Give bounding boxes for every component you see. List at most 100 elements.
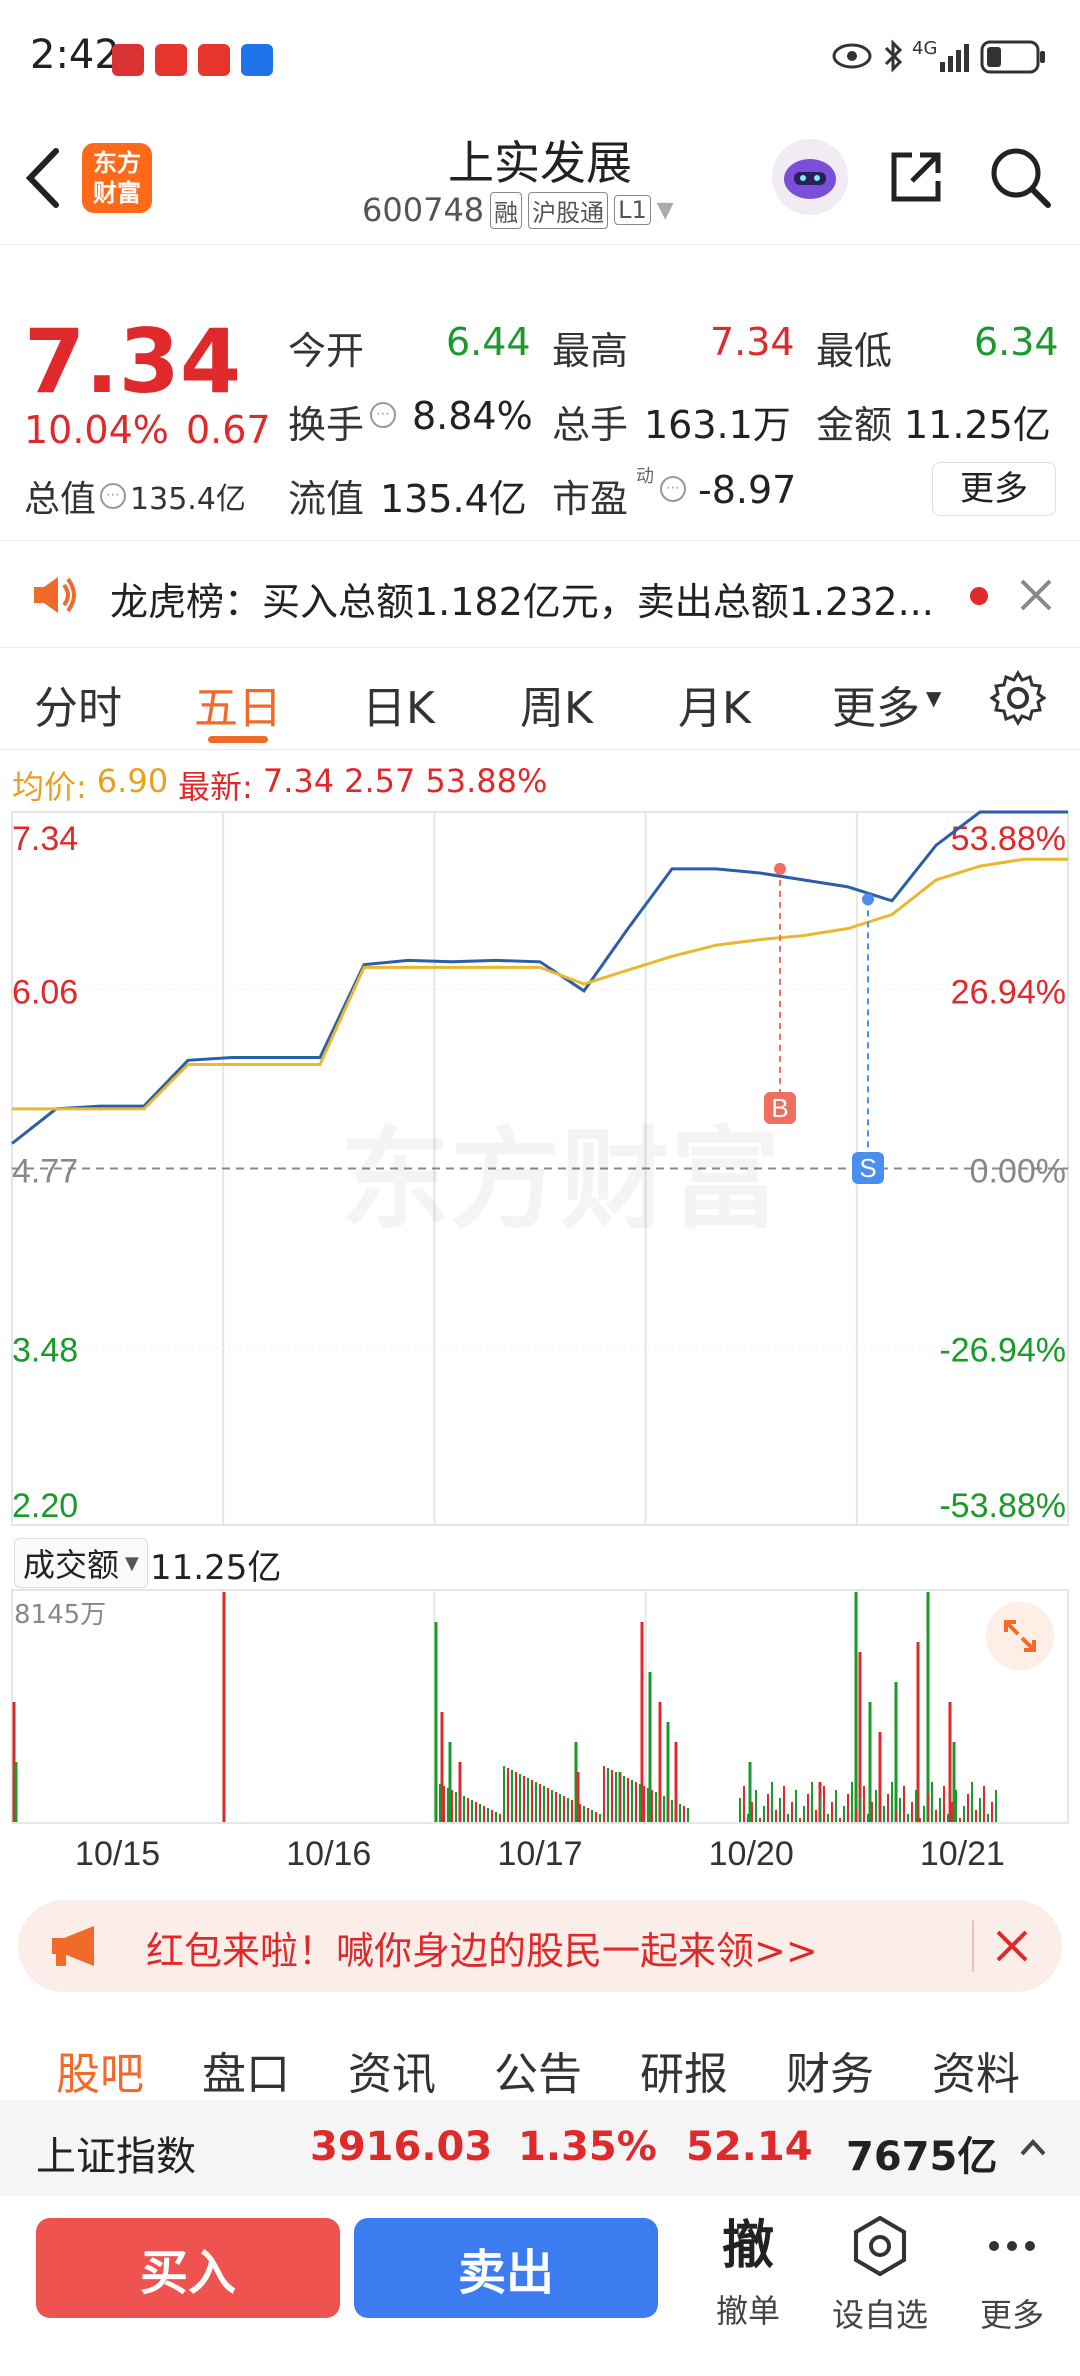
open-value: 6.44 [446,320,531,364]
subtab-orderbook[interactable]: 盘口 [202,2038,290,2102]
current-price: 7.34 [24,310,242,413]
low-label: 最低 [816,329,893,373]
subtab-announcements[interactable]: 公告 [494,2038,582,2102]
margin-tag: 融 [490,191,523,229]
x-tick-label: 10/17 [497,1835,582,1873]
info-icon[interactable]: ⋯ [100,483,127,509]
gear-icon[interactable] [990,670,1046,726]
more-actions-button[interactable]: 更多 [952,2214,1072,2336]
status-time: 2:42 [30,32,120,78]
y-tick-pct-label: -53.88% [939,1487,1066,1525]
battery-icon [980,40,1045,74]
amount-value: 11.25亿 [904,403,1051,447]
buy-button[interactable]: 买入 [36,2218,340,2318]
index-ticker-bar[interactable]: 上证指数 3916.03 1.35% 52.14 7675亿 [0,2100,1080,2196]
search-icon[interactable] [988,145,1052,209]
x-tick-label: 10/16 [286,1835,371,1873]
dragon-tiger-notice[interactable]: 龙虎榜：买入总额1.182亿元，卖出总额1.232... [0,540,1080,648]
connect-tag: 沪股通 [528,191,609,229]
pe-label: 市盈 [552,477,629,521]
message-notification-icon [241,44,273,76]
index-amount: 7675亿 [846,2134,998,2180]
chevron-down-icon: ▼ [125,1552,139,1574]
close-icon[interactable] [1018,577,1054,613]
network-label: 4G [912,38,938,59]
subtab-finance[interactable]: 财务 [786,2038,874,2102]
tab-five-day[interactable]: 五日 [194,672,282,736]
tab-monthly-k[interactable]: 月K [678,672,751,736]
watch-label: 设自选 [831,2296,928,2334]
subtab-research[interactable]: 研报 [640,2038,728,2102]
cancel-order-button[interactable]: 撤 撤单 [688,2214,808,2332]
x-tick-label: 10/15 [75,1835,160,1873]
subtab-news[interactable]: 资讯 [348,2038,436,2102]
more-dots-icon [989,2241,1035,2251]
change-amount: 0.67 [186,408,271,452]
robot-icon [784,159,836,199]
volume-type-dropdown[interactable]: 成交额 ▼ [14,1538,148,1588]
more-quote-button[interactable]: 更多 [932,462,1056,516]
banner-text: 红包来啦！喊你身边的股民一起来领>> [146,1929,818,1973]
fullscreen-button[interactable] [986,1602,1054,1670]
pe-dynamic-tag: 动 [636,466,654,487]
cancel-icon: 撤 [721,2216,774,2276]
sell-button[interactable]: 卖出 [354,2218,658,2318]
pe-info-icon[interactable]: ⋯ [660,476,686,502]
level-tag: L1 [614,195,651,225]
unread-dot [970,587,988,605]
tab-daily-k[interactable]: 日K [362,672,435,736]
signal-icon [940,44,969,72]
chart-period-tabs: 分时 五日 日K 周K 月K 更多 ▼ [0,648,1080,750]
ai-assistant-button[interactable] [772,139,848,215]
float-value: 135.4亿 [380,477,527,521]
float-value-label: 流值 [288,477,365,521]
price-chart-svg[interactable]: 7.34 53.88% 6.06 26.94% 4.77 0.00% 3.48 -26.94%… [0,750,1080,1880]
subtab-forum[interactable]: 股吧 [56,2038,144,2102]
stock-code-row[interactable]: 600748 融 沪股通 L1 ▼ [362,191,674,229]
news-notification-icon [198,44,230,76]
chevron-up-icon[interactable] [1018,2134,1048,2160]
top-navigation: 东方 财富 上实发展 600748 融 沪股通 L1 ▼ [0,115,1080,245]
bottom-action-bar: 买入 卖出 撤 撤单 设自选 更多 [0,2196,1080,2376]
info-subtabs: 股吧 盘口 资讯 公告 研报 财务 资料 [0,2010,1080,2100]
red-packet-banner[interactable]: 红包来啦！喊你身边的股民一起来领>> [18,1900,1062,1992]
banner-divider [972,1920,974,1972]
chevron-down-icon: ▼ [656,197,674,223]
share-icon[interactable] [886,147,946,207]
y-tick-label: 4.77 [12,1153,78,1191]
more-label: 更多 [979,2296,1044,2334]
total-value-row: 总值 ⋯ 135.4亿 [24,470,246,522]
high-label: 最高 [552,329,629,373]
average-price-line [12,857,1068,1111]
five-day-chart-area[interactable]: 均价: 6.90 最新: 7.34 2.57 53.88% 7.34 53.88%… [0,750,1080,1880]
add-watchlist-button[interactable]: 设自选 [820,2214,940,2336]
volume-type-label: 成交额 [23,1546,120,1584]
low-value: 6.34 [974,320,1059,364]
volume-max-label: 8145万 [14,1600,107,1630]
open-label: 今开 [288,329,365,373]
amount-label: 金额 [816,403,893,447]
subtab-profile[interactable]: 资料 [932,2038,1020,2102]
tab-more[interactable]: 更多 [832,672,920,736]
x-tick-label: 10/20 [709,1835,794,1873]
turnover-label: 换手 [288,403,365,447]
quote-panel: 7.34 10.04% 0.67 总值 ⋯ 135.4亿 今开 6.44 最高 … [0,290,1080,540]
eye-icon [832,43,872,69]
index-pct: 1.35% [518,2124,657,2170]
turnover-value: 8.84% [412,394,533,438]
y-tick-label: 2.20 [12,1487,78,1525]
megaphone-icon [52,1926,94,1966]
y-tick-pct-label: 0.00% [970,1153,1066,1191]
y-tick-label: 6.06 [12,974,78,1012]
expand-icon [1004,1620,1036,1652]
stock-code: 600748 [362,191,485,229]
tab-intraday[interactable]: 分时 [34,672,122,736]
y-tick-pct-label: 53.88% [951,820,1066,858]
tab-weekly-k[interactable]: 周K [520,672,593,736]
watermark-logo: 东方财富 [340,1090,780,1250]
trade-marker-label: S [859,1153,876,1183]
video-notification-icon [155,44,187,76]
y-tick-label: 7.34 [12,820,78,858]
turnover-info-icon[interactable]: ⋯ [370,402,396,428]
close-icon[interactable] [994,1928,1030,1964]
